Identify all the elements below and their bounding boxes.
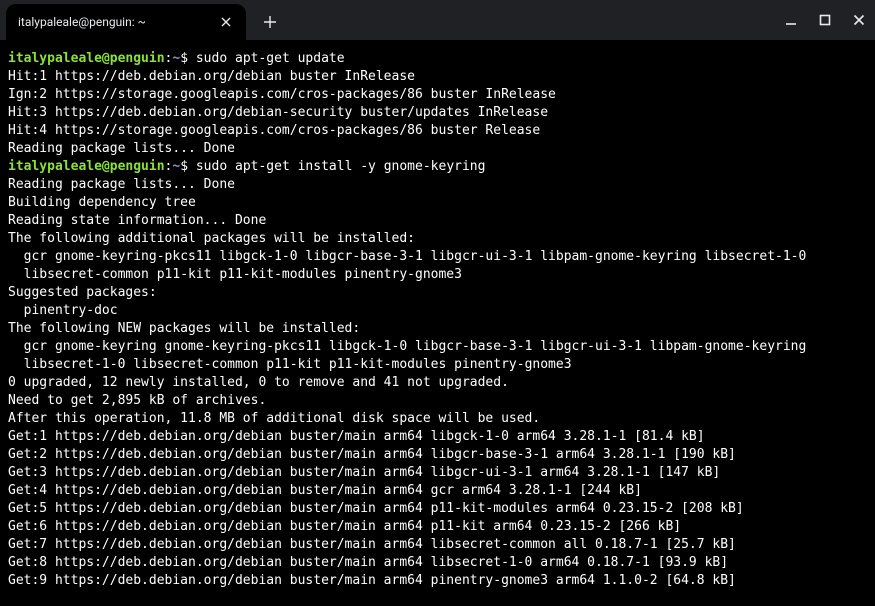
- output-line: Get:9 https://deb.debian.org/debian bust…: [8, 572, 867, 590]
- output-line: gcr gnome-keyring-pkcs11 libgck-1-0 libg…: [8, 248, 867, 266]
- close-tab-button[interactable]: [218, 14, 234, 30]
- output-line: libsecret-common p11-kit p11-kit-modules…: [8, 266, 867, 284]
- new-tab-button[interactable]: [256, 8, 284, 36]
- tab-title: italypaleale@penguin: ~: [18, 15, 218, 29]
- output-line: Get:1 https://deb.debian.org/debian bust…: [8, 428, 867, 446]
- output-line: gcr gnome-keyring gnome-keyring-pkcs11 l…: [8, 338, 867, 356]
- minimize-button[interactable]: [783, 12, 799, 28]
- output-line: Need to get 2,895 kB of archives.: [8, 392, 867, 410]
- command-line: italypaleale@penguin:~$ sudo apt-get upd…: [8, 50, 867, 68]
- output-line: 0 upgraded, 12 newly installed, 0 to rem…: [8, 374, 867, 392]
- plus-icon: [263, 15, 277, 29]
- output-line: Reading package lists... Done: [8, 176, 867, 194]
- prompt-user-host: italypaleale@penguin: [8, 51, 165, 66]
- minimize-icon: [785, 14, 797, 26]
- output-line: The following NEW packages will be insta…: [8, 320, 867, 338]
- output-line: Get:2 https://deb.debian.org/debian bust…: [8, 446, 867, 464]
- output-line: Get:6 https://deb.debian.org/debian bust…: [8, 518, 867, 536]
- output-line: Ign:2 https://storage.googleapis.com/cro…: [8, 86, 867, 104]
- output-line: Suggested packages:: [8, 284, 867, 302]
- output-line: Get:3 https://deb.debian.org/debian bust…: [8, 464, 867, 482]
- title-bar: italypaleale@penguin: ~: [0, 0, 875, 40]
- window-controls: [783, 0, 867, 40]
- output-line: Hit:3 https://deb.debian.org/debian-secu…: [8, 104, 867, 122]
- close-icon: [853, 14, 865, 26]
- terminal-tab[interactable]: italypaleale@penguin: ~: [6, 4, 246, 40]
- output-line: Get:7 https://deb.debian.org/debian bust…: [8, 536, 867, 554]
- command-text: sudo apt-get install -y gnome-keyring: [196, 159, 486, 174]
- output-line: Get:4 https://deb.debian.org/debian bust…: [8, 482, 867, 500]
- output-line: Reading state information... Done: [8, 212, 867, 230]
- command-line: italypaleale@penguin:~$ sudo apt-get ins…: [8, 158, 867, 176]
- close-icon: [221, 17, 231, 27]
- prompt-user-host: italypaleale@penguin: [8, 159, 165, 174]
- output-line: pinentry-doc: [8, 302, 867, 320]
- output-line: The following additional packages will b…: [8, 230, 867, 248]
- terminal-output[interactable]: italypaleale@penguin:~$ sudo apt-get upd…: [0, 40, 875, 606]
- maximize-icon: [819, 14, 831, 26]
- close-window-button[interactable]: [851, 12, 867, 28]
- output-line: Building dependency tree: [8, 194, 867, 212]
- output-line: After this operation, 11.8 MB of additio…: [8, 410, 867, 428]
- maximize-button[interactable]: [817, 12, 833, 28]
- output-line: Get:8 https://deb.debian.org/debian bust…: [8, 554, 867, 572]
- output-line: Hit:1 https://deb.debian.org/debian bust…: [8, 68, 867, 86]
- command-text: sudo apt-get update: [196, 51, 345, 66]
- output-line: Hit:4 https://storage.googleapis.com/cro…: [8, 122, 867, 140]
- output-line: Reading package lists... Done: [8, 140, 867, 158]
- output-line: libsecret-1-0 libsecret-common p11-kit p…: [8, 356, 867, 374]
- output-line: Get:5 https://deb.debian.org/debian bust…: [8, 500, 867, 518]
